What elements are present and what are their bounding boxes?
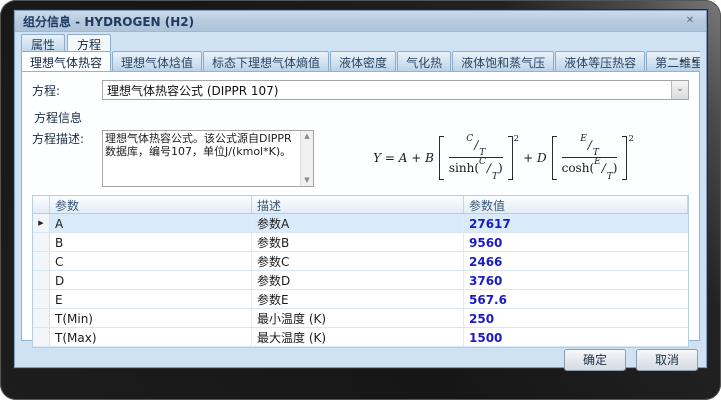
- table-row[interactable]: C 参数C 2466: [33, 252, 688, 271]
- chevron-down-icon[interactable]: ⌄: [671, 81, 688, 99]
- cell-value[interactable]: 250: [464, 309, 688, 327]
- table-row[interactable]: E 参数E 567.6: [33, 290, 688, 309]
- cell-param: B: [50, 233, 252, 251]
- titlebar[interactable]: 组分信息 - HYDROGEN (H2) ✕: [15, 11, 706, 32]
- column-header-value[interactable]: 参数值: [464, 196, 688, 213]
- column-header-desc[interactable]: 描述: [252, 196, 464, 213]
- table-row[interactable]: B 参数B 9560: [33, 233, 688, 252]
- cell-value[interactable]: 3760: [464, 271, 688, 289]
- cell-desc: 最大温度 (K): [252, 328, 464, 346]
- equation-selected-value: 理想气体热容公式 (DIPPR 107): [103, 82, 671, 99]
- tab-liquid-saturated-vapor-pressure[interactable]: 液体饱和蒸气压: [452, 51, 554, 71]
- cell-desc: 参数A: [252, 214, 464, 232]
- window-title: 组分信息 - HYDROGEN (H2): [23, 13, 682, 30]
- cell-desc: 最小温度 (K): [252, 309, 464, 327]
- cell-param: E: [50, 290, 252, 308]
- tab-equations[interactable]: 方程: [67, 34, 111, 51]
- dippr107-formula: Y = A + B C∕T sinh(C∕T) 2 + D: [314, 130, 689, 180]
- tab-ideal-gas-heat-capacity[interactable]: 理想气体热容: [21, 51, 111, 71]
- formula-exponent: 2: [628, 134, 633, 144]
- scroll-down-icon[interactable]: ▼: [301, 175, 313, 186]
- description-label: 方程描述:: [32, 130, 102, 147]
- equation-info-title: 方程信息: [34, 109, 88, 126]
- secondary-tab-strip: 理想气体热容 理想气体焓值 标态下理想气体熵值 液体密度 气化热 液体饱和蒸气压…: [21, 51, 700, 71]
- cell-param: C: [50, 252, 252, 270]
- scroll-up-icon[interactable]: ▲: [301, 131, 313, 142]
- primary-tab-strip: 属性 方程: [15, 32, 706, 51]
- tab-standard-ideal-gas-entropy[interactable]: 标态下理想气体熵值: [203, 51, 329, 71]
- cell-param: T(Min): [50, 309, 252, 327]
- tab-heat-of-vaporization[interactable]: 气化热: [397, 51, 451, 71]
- table-row[interactable]: T(Min) 最小温度 (K) 250: [33, 309, 688, 328]
- cell-param: D: [50, 271, 252, 289]
- formula-exponent: 2: [514, 134, 519, 144]
- cell-desc: 参数D: [252, 271, 464, 289]
- tab-scroll-left-icon[interactable]: ◂: [676, 54, 687, 68]
- cancel-button[interactable]: 取消: [636, 349, 698, 371]
- window-outer-frame: 组分信息 - HYDROGEN (H2) ✕ 属性 方程 理想气体热容 理想气体…: [0, 0, 721, 400]
- cell-value[interactable]: 567.6: [464, 290, 688, 308]
- cell-value[interactable]: 2466: [464, 252, 688, 270]
- parameter-table: 参数 描述 参数值 ▶ A 参数A 27617 B 参数B 9560: [32, 195, 689, 348]
- close-icon[interactable]: ✕: [682, 14, 698, 28]
- formula-prefix: Y = A + B: [369, 151, 438, 165]
- table-row[interactable]: D 参数D 3760: [33, 271, 688, 290]
- formula-mid: + D: [519, 151, 551, 165]
- description-text: 理想气体热容公式。该公式源自DIPPR数据库，编号107，单位J/(kmol*K…: [103, 131, 300, 186]
- tab-liquid-isobaric-heat-capacity[interactable]: 液体等压热容: [555, 51, 645, 71]
- equation-label: 方程:: [32, 82, 102, 99]
- cell-desc: 参数E: [252, 290, 464, 308]
- equation-info-group: 方程信息: [34, 109, 689, 126]
- ok-button[interactable]: 确定: [564, 349, 626, 371]
- cell-param: A: [50, 214, 252, 232]
- table-header-row: 参数 描述 参数值: [33, 196, 688, 214]
- equation-tab-panel: 方程: 理想气体热容公式 (DIPPR 107) ⌄ 方程信息 方程描述: 理想…: [21, 71, 700, 341]
- textarea-scrollbar[interactable]: ▲ ▼: [300, 131, 313, 186]
- description-textarea[interactable]: 理想气体热容公式。该公式源自DIPPR数据库，编号107，单位J/(kmol*K…: [102, 130, 314, 187]
- current-row-marker-icon: ▶: [33, 214, 50, 232]
- table-row[interactable]: ▶ A 参数A 27617: [33, 214, 688, 233]
- cell-param: T(Max): [50, 328, 252, 346]
- cell-value[interactable]: 27617: [464, 214, 688, 232]
- cell-desc: 参数C: [252, 252, 464, 270]
- cell-value[interactable]: 9560: [464, 233, 688, 251]
- table-row[interactable]: T(Max) 最大温度 (K) 1500: [33, 328, 688, 347]
- column-header-param[interactable]: 参数: [50, 196, 252, 213]
- component-info-dialog: 组分信息 - HYDROGEN (H2) ✕ 属性 方程 理想气体热容 理想气体…: [14, 10, 707, 368]
- tab-scroll-right-icon[interactable]: ▸: [689, 54, 700, 68]
- cell-value[interactable]: 1500: [464, 328, 688, 346]
- tab-liquid-density[interactable]: 液体密度: [330, 51, 396, 71]
- tab-ideal-gas-enthalpy[interactable]: 理想气体焓值: [112, 51, 202, 71]
- cell-desc: 参数B: [252, 233, 464, 251]
- equation-combobox[interactable]: 理想气体热容公式 (DIPPR 107) ⌄: [102, 80, 689, 100]
- tab-properties[interactable]: 属性: [21, 34, 65, 51]
